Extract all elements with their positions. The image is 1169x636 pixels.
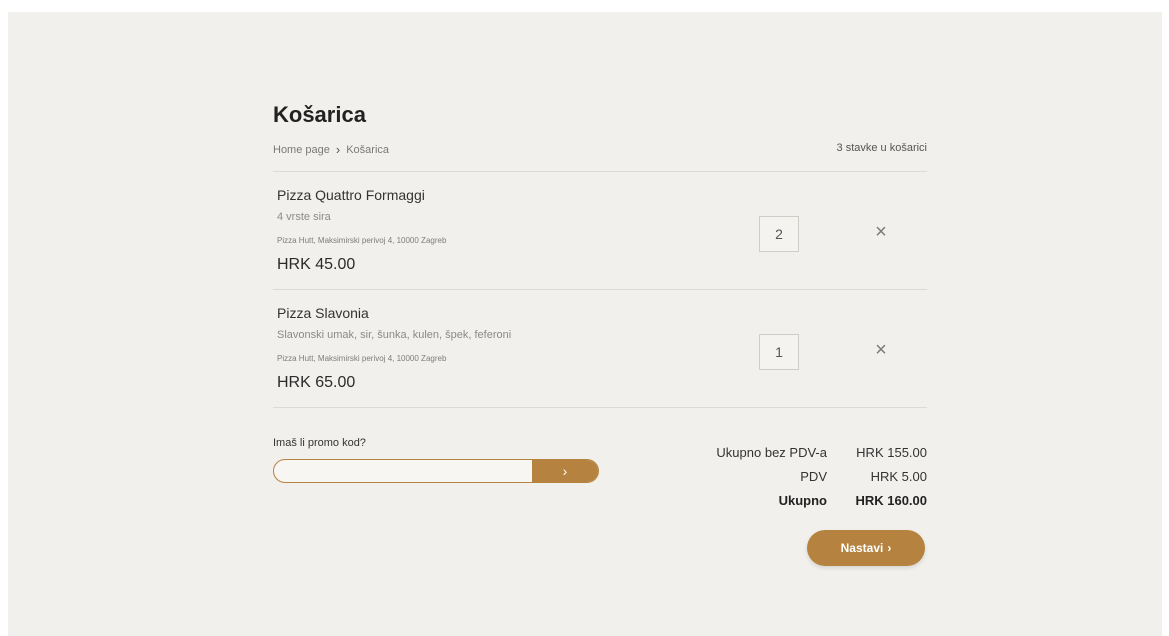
item-restaurant: Pizza Hutt, Maksimirski perivoj 4, 10000… [277, 354, 447, 363]
promo-label: Imaš li promo kod? [273, 437, 366, 449]
subtotal-value: HRK 155.00 [856, 444, 927, 460]
tax-label: PDV [800, 468, 827, 484]
close-icon[interactable]: × [871, 339, 891, 361]
item-price: HRK 45.00 [277, 256, 356, 273]
item-name: Pizza Slavonia [277, 305, 369, 321]
tax-value: HRK 5.00 [870, 468, 927, 484]
total-row: Ukupno HRK 160.00 [667, 488, 927, 512]
close-icon[interactable]: × [871, 221, 891, 243]
tax-row: PDV HRK 5.00 [667, 464, 927, 488]
totals-summary: Ukupno bez PDV-a HRK 155.00 PDV HRK 5.00… [667, 440, 927, 512]
item-description: Slavonski umak, sir, šunka, kulen, špek,… [277, 329, 512, 341]
promo-submit-button[interactable]: › [532, 460, 598, 482]
breadcrumb: Home page › Košarica [273, 142, 389, 157]
page-background: Košarica Home page › Košarica 3 stavke u… [8, 12, 1162, 636]
continue-button-label: Nastavi [840, 541, 884, 555]
chevron-right-icon: › [887, 541, 892, 555]
chevron-right-icon: › [562, 463, 568, 479]
item-description: 4 vrste sira [277, 211, 331, 223]
continue-button[interactable]: Nastavi › [807, 530, 925, 566]
promo-field: › [273, 459, 599, 483]
promo-input[interactable] [274, 460, 532, 482]
quantity-input[interactable]: 1 [759, 334, 799, 370]
subtotal-label: Ukupno bez PDV-a [716, 444, 827, 460]
divider [273, 171, 927, 172]
subtotal-row: Ukupno bez PDV-a HRK 155.00 [667, 440, 927, 464]
item-restaurant: Pizza Hutt, Maksimirski perivoj 4, 10000… [277, 236, 447, 245]
item-price: HRK 65.00 [277, 374, 356, 391]
cart-item-count: 3 stavke u košarici [836, 142, 927, 154]
breadcrumb-current: Košarica [346, 143, 390, 156]
total-label: Ukupno [778, 492, 827, 508]
divider [273, 289, 927, 290]
quantity-input[interactable]: 2 [759, 216, 799, 252]
page-title: Košarica [273, 102, 366, 127]
divider [273, 407, 927, 408]
item-name: Pizza Quattro Formaggi [277, 187, 425, 203]
total-value: HRK 160.00 [855, 492, 927, 508]
breadcrumb-home-link[interactable]: Home page [273, 144, 330, 156]
cart-item: Pizza Quattro Formaggi 4 vrste sira Pizz… [277, 187, 927, 297]
cart-item: Pizza Slavonia Slavonski umak, sir, šunk… [277, 305, 927, 415]
chevron-right-icon: › [335, 142, 341, 157]
